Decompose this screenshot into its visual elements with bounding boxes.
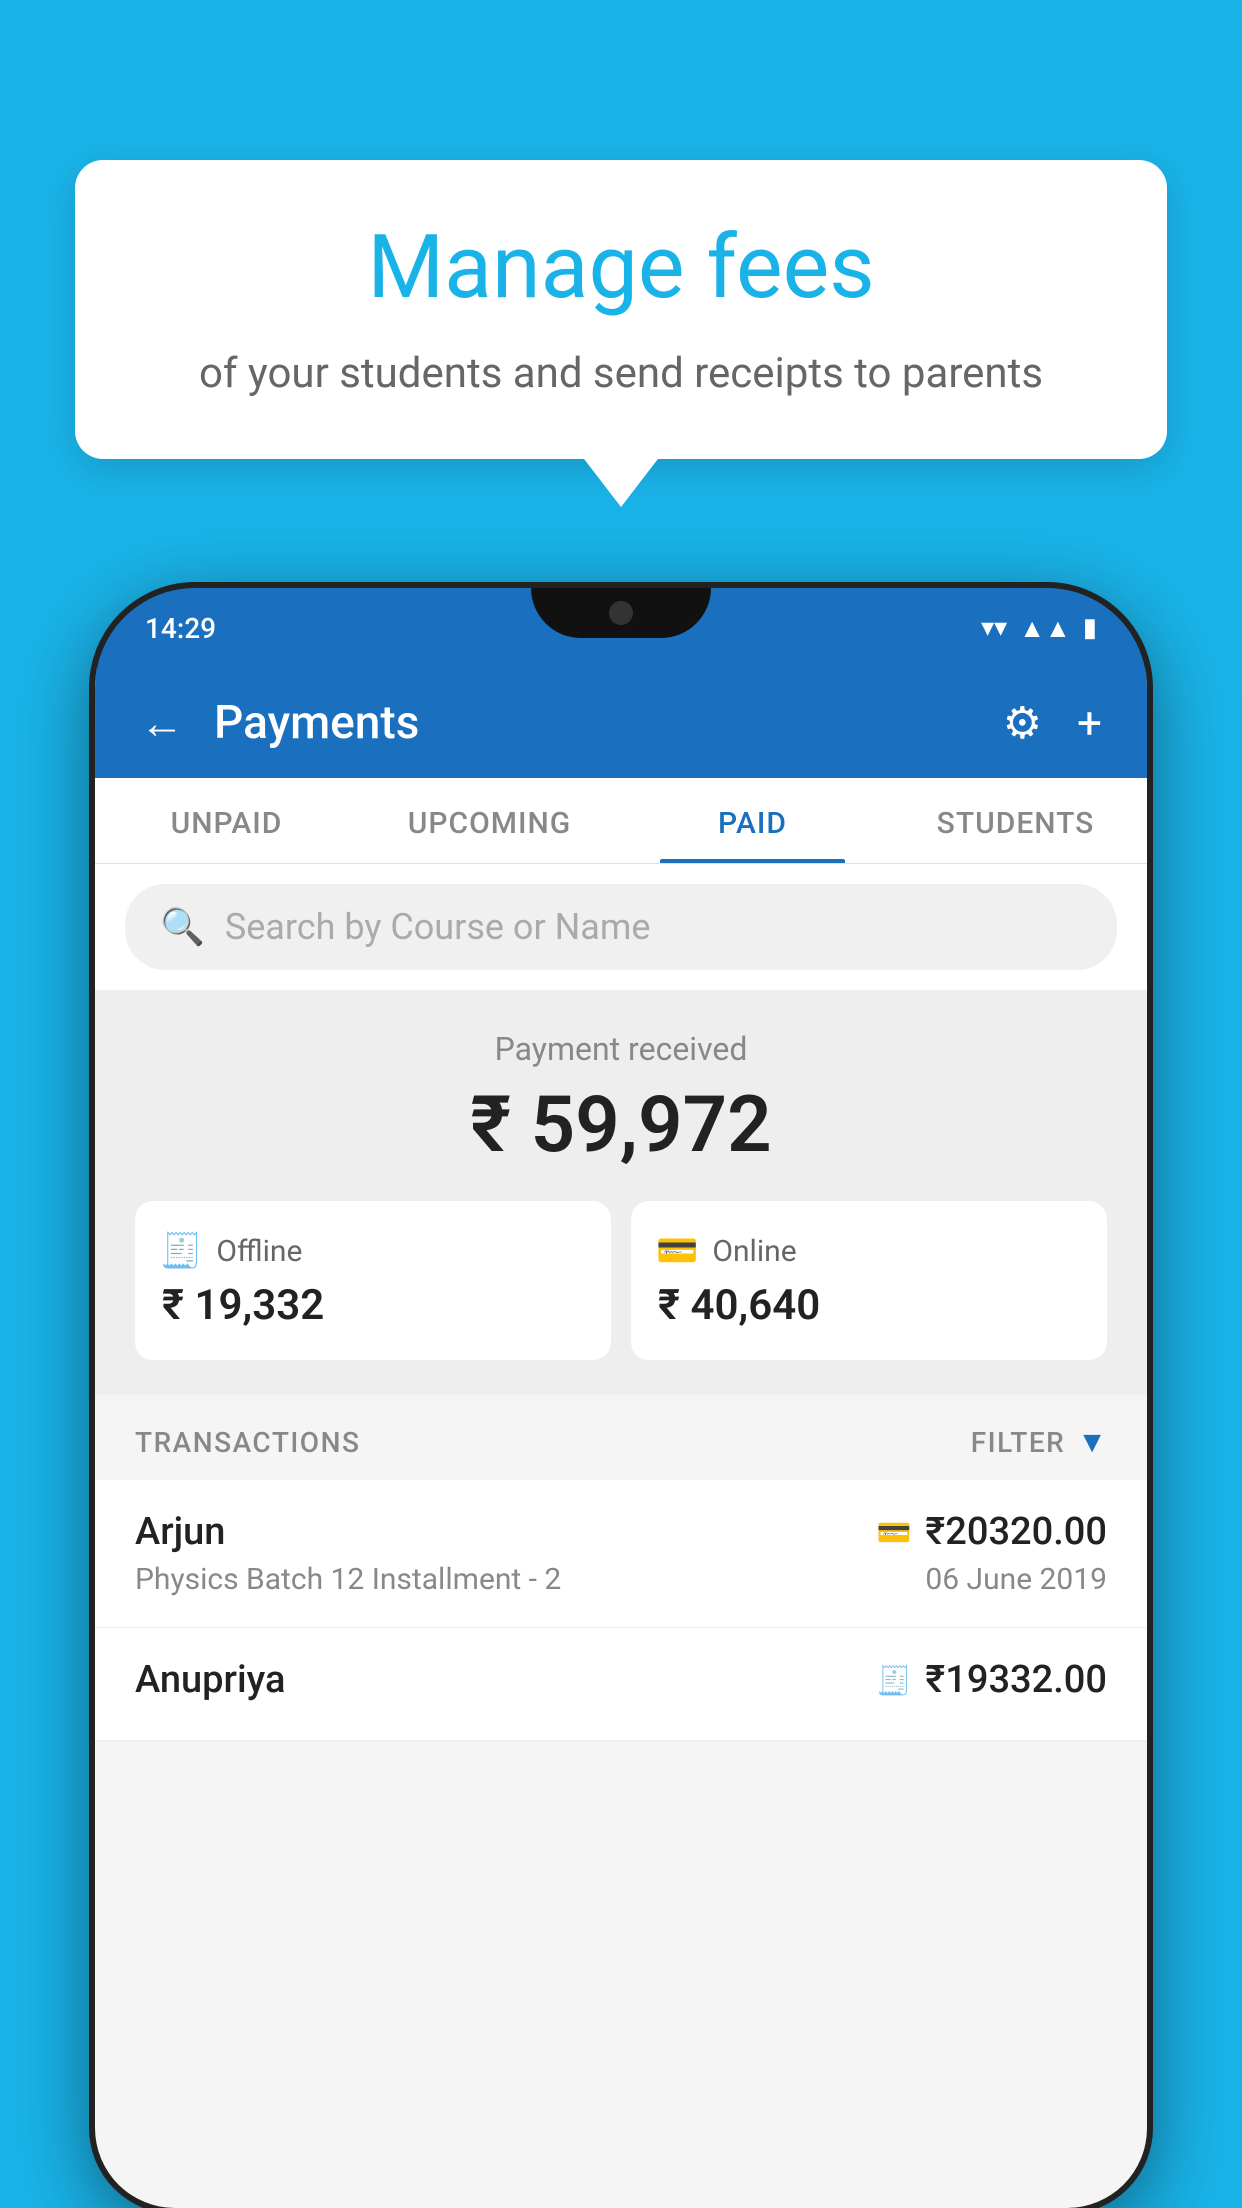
payment-summary: Payment received ₹ 59,972 🧾 Offline ₹ 19… [95,990,1147,1395]
transaction-row-2: Anupriya 🧾 ₹19332.00 [135,1658,1107,1702]
search-icon: 🔍 [160,906,205,948]
online-card-header: 💳 Online [656,1231,797,1271]
transaction-amount-wrap-1: 💳 ₹20320.00 [877,1510,1107,1554]
add-icon[interactable]: + [1077,697,1102,749]
tab-paid[interactable]: PAID [621,778,884,863]
battery-icon: ▮ [1083,613,1097,643]
transaction-type-icon-1: 💳 [877,1516,912,1549]
transaction-name-1: Arjun [135,1510,225,1554]
tabs: UNPAID UPCOMING PAID STUDENTS [95,778,1147,864]
filter-wrap[interactable]: FILTER ▼ [971,1425,1107,1460]
payment-received-label: Payment received [135,1030,1107,1068]
transaction-type-icon-2: 🧾 [877,1664,912,1697]
transaction-date-1: 06 June 2019 [925,1562,1107,1597]
transaction-item[interactable]: Arjun 💳 ₹20320.00 Physics Batch 12 Insta… [95,1480,1147,1628]
search-input[interactable]: Search by Course or Name [225,906,651,948]
status-bar: 14:29 ▾▾ ▲▲ ▮ [95,588,1147,668]
transaction-row-1: Arjun 💳 ₹20320.00 [135,1510,1107,1554]
tab-unpaid[interactable]: UNPAID [95,778,358,863]
wifi-icon: ▾▾ [981,613,1007,643]
filter-icon[interactable]: ▼ [1077,1425,1107,1460]
tab-upcoming[interactable]: UPCOMING [358,778,621,863]
offline-amount: ₹ 19,332 [160,1281,324,1330]
header-right: ⚙ + [1003,697,1102,749]
transactions-label: TRANSACTIONS [135,1426,360,1459]
transaction-detail-row-1: Physics Batch 12 Installment - 2 06 June… [135,1562,1107,1597]
phone-frame: 14:29 ▾▾ ▲▲ ▮ ← Payments ⚙ + UNPAID UPCO… [95,588,1147,2208]
camera-dot [609,601,633,625]
online-label: Online [712,1234,796,1269]
transaction-course-1: Physics Batch 12 Installment - 2 [135,1562,561,1597]
status-time: 14:29 [145,612,216,645]
tooltip-title: Manage fees [145,220,1097,317]
transactions-header: TRANSACTIONS FILTER ▼ [95,1395,1147,1480]
transaction-name-2: Anupriya [135,1658,285,1702]
search-container: 🔍 Search by Course or Name [95,864,1147,990]
header-left: ← Payments [140,696,419,750]
tab-students[interactable]: STUDENTS [884,778,1147,863]
app-header: ← Payments ⚙ + [95,668,1147,778]
online-amount: ₹ 40,640 [656,1281,820,1330]
transaction-item-2[interactable]: Anupriya 🧾 ₹19332.00 [95,1628,1147,1741]
filter-label[interactable]: FILTER [971,1426,1066,1459]
status-icons: ▾▾ ▲▲ ▮ [981,613,1097,644]
settings-icon[interactable]: ⚙ [1003,697,1042,749]
signal-icon: ▲▲ [1019,613,1070,644]
transaction-amount-wrap-2: 🧾 ₹19332.00 [877,1658,1107,1702]
screen: ← Payments ⚙ + UNPAID UPCOMING PAID STUD… [95,668,1147,2208]
online-card: 💳 Online ₹ 40,640 [631,1201,1107,1360]
online-icon: 💳 [656,1231,698,1271]
offline-label: Offline [216,1234,302,1269]
payment-amount: ₹ 59,972 [135,1080,1107,1171]
tooltip-subtitle: of your students and send receipts to pa… [145,345,1097,404]
tooltip-card: Manage fees of your students and send re… [75,160,1167,459]
offline-card-header: 🧾 Offline [160,1231,302,1271]
page-title: Payments [214,696,419,750]
payment-cards: 🧾 Offline ₹ 19,332 💳 Online ₹ 40,640 [135,1201,1107,1360]
back-button[interactable]: ← [140,701,184,745]
offline-icon: 🧾 [160,1231,202,1271]
transaction-amount-2: ₹19332.00 [925,1658,1107,1702]
transaction-amount-1: ₹20320.00 [925,1510,1107,1554]
offline-card: 🧾 Offline ₹ 19,332 [135,1201,611,1360]
notch-bump [531,588,711,638]
search-bar[interactable]: 🔍 Search by Course or Name [125,884,1117,970]
